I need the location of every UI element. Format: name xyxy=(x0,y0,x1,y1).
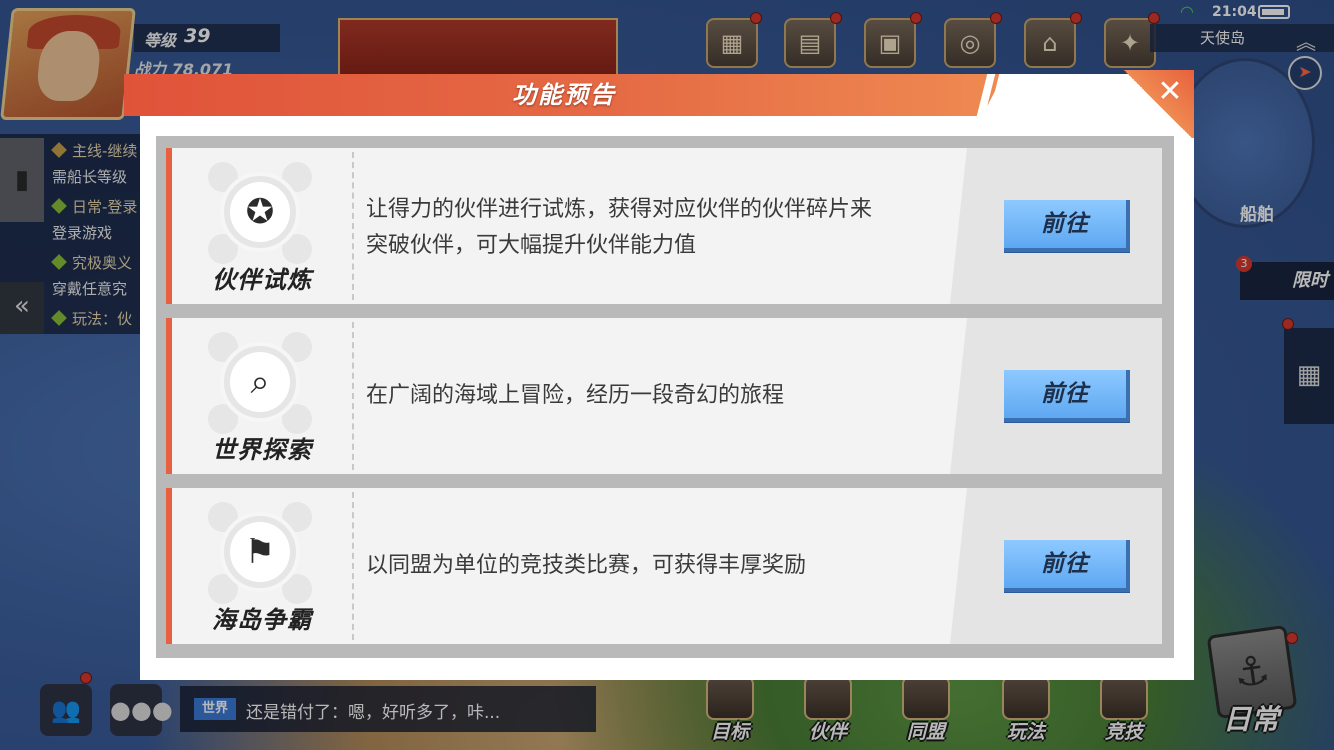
feature-card: ⚑ 海岛争霸 以同盟为单位的竞技类比赛，可获得丰厚奖励 前往 xyxy=(166,488,1162,644)
card-accent xyxy=(166,148,172,304)
card-accent xyxy=(166,318,172,474)
card-divider xyxy=(352,492,354,640)
feature-emblem: ⌕ xyxy=(208,332,312,436)
feature-description: 让得力的伙伴进行试炼，获得对应伙伴的伙伴碎片来 突破伙伴，可大幅提升伙伴能力值 xyxy=(366,192,956,264)
go-button[interactable]: 前往 xyxy=(1004,540,1130,592)
feature-card: ✪ 伙伴试炼 让得力的伙伴进行试炼，获得对应伙伴的伙伴碎片来 突破伙伴，可大幅提… xyxy=(166,148,1162,304)
description-line: 以同盟为单位的竞技类比赛，可获得丰厚奖励 xyxy=(366,553,807,578)
description-line: 在广阔的海域上冒险，经历一段奇幻的旅程 xyxy=(366,383,785,408)
close-icon[interactable]: ✕ xyxy=(1152,74,1188,110)
card-divider xyxy=(352,152,354,300)
description-line: 让得力的伙伴进行试炼，获得对应伙伴的伙伴碎片来 xyxy=(366,197,873,222)
feature-name: 伙伴试炼 xyxy=(212,266,312,294)
feature-card: ⌕ 世界探索 在广阔的海域上冒险，经历一段奇幻的旅程 前往 xyxy=(166,318,1162,474)
card-accent xyxy=(166,488,172,644)
feature-emblem: ✪ xyxy=(208,162,312,266)
map-search-icon: ⌕ xyxy=(230,352,290,412)
card-divider xyxy=(352,322,354,470)
feature-description: 在广阔的海域上冒险，经历一段奇幻的旅程 xyxy=(366,378,956,414)
compass-icon: ✪ xyxy=(230,182,290,242)
battle-flag-icon: ⚑ xyxy=(230,522,290,582)
go-button[interactable]: 前往 xyxy=(1004,200,1130,252)
feature-description: 以同盟为单位的竞技类比赛，可获得丰厚奖励 xyxy=(366,548,956,584)
feature-name: 世界探索 xyxy=(212,436,312,464)
feature-emblem: ⚑ xyxy=(208,502,312,606)
feature-name: 海岛争霸 xyxy=(212,606,312,634)
description-line: 突破伙伴，可大幅提升伙伴能力值 xyxy=(366,233,697,258)
dialog-title: 功能预告 xyxy=(512,81,616,109)
go-button[interactable]: 前往 xyxy=(1004,370,1130,422)
